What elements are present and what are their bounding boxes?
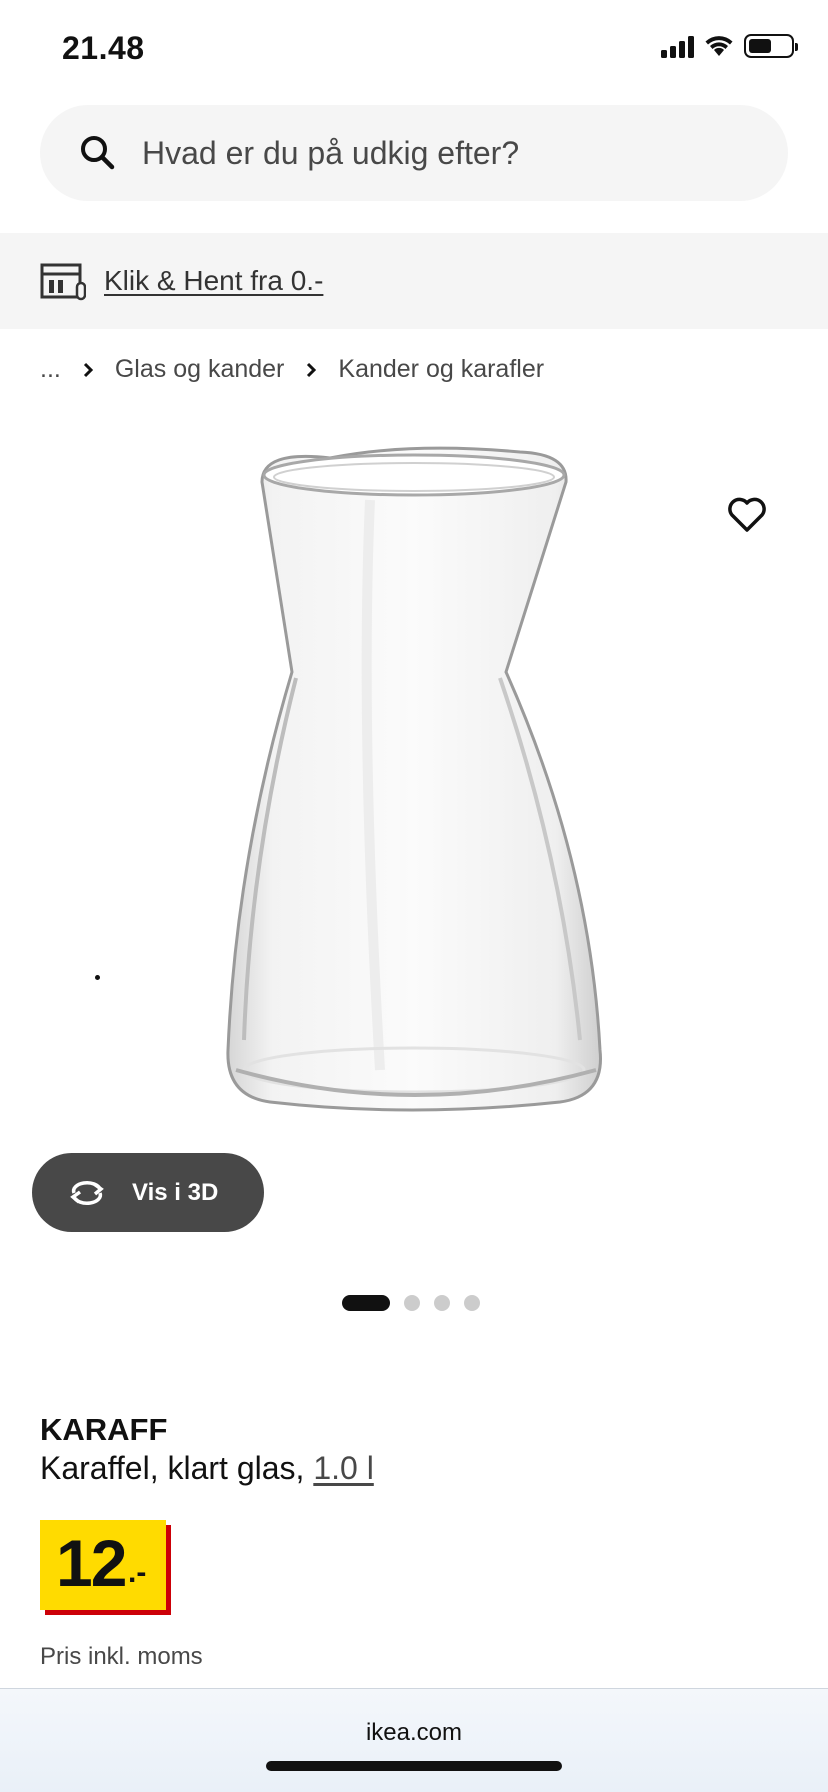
home-indicator[interactable] <box>266 1761 562 1771</box>
carousel-dot[interactable] <box>342 1295 390 1311</box>
product-description: Karaffel, klart glas, 1.0 l <box>40 1450 374 1487</box>
status-icons <box>661 34 798 58</box>
chevron-right-icon <box>83 362 93 377</box>
search-icon <box>81 136 115 170</box>
status-bar: 21.48 <box>0 0 828 100</box>
price-suffix: .- <box>128 1556 147 1589</box>
breadcrumb: ... Glas og kander Kander og karafler <box>40 355 544 384</box>
image-carousel-indicator[interactable] <box>342 1295 480 1311</box>
battery-icon <box>744 34 798 58</box>
product-name: KARAFF <box>40 1412 168 1447</box>
status-time: 21.48 <box>62 30 145 66</box>
product-description-text: Karaffel, klart glas, <box>40 1450 314 1486</box>
rotate-3d-icon <box>70 1180 104 1205</box>
battery-fill <box>749 39 771 53</box>
view-3d-button[interactable]: Vis i 3D <box>32 1153 264 1232</box>
carousel-dot[interactable] <box>434 1295 450 1311</box>
price-tag-box: 12 .- <box>40 1520 166 1610</box>
signal-icon <box>661 34 694 58</box>
heart-icon[interactable] <box>726 494 768 536</box>
breadcrumb-ellipsis[interactable]: ... <box>40 355 61 384</box>
click-collect-link[interactable]: Klik & Hent fra 0.- <box>104 265 323 297</box>
breadcrumb-item-glas-og-kander[interactable]: Glas og kander <box>115 355 285 384</box>
wifi-icon <box>705 36 733 56</box>
product-image[interactable] <box>0 430 828 1270</box>
price-tag: 12 .- <box>40 1520 171 1615</box>
browser-address-bar[interactable]: ikea.com <box>0 1688 828 1792</box>
search-input[interactable]: Hvad er du på udkig efter? <box>40 105 788 201</box>
browser-url: ikea.com <box>365 1719 463 1746</box>
carousel-dot[interactable] <box>464 1295 480 1311</box>
product-size-link[interactable]: 1.0 l <box>313 1450 373 1486</box>
view-3d-label: Vis i 3D <box>132 1178 219 1206</box>
click-collect-banner: Klik & Hent fra 0.- <box>0 233 828 329</box>
carousel-dot[interactable] <box>404 1295 420 1311</box>
price-integer: 12 <box>56 1526 127 1600</box>
price-note: Pris inkl. moms <box>40 1643 203 1670</box>
image-artifact-dot <box>95 975 100 980</box>
store-icon <box>40 263 86 301</box>
search-placeholder: Hvad er du på udkig efter? <box>142 134 520 171</box>
breadcrumb-item-kander-og-karafler[interactable]: Kander og karafler <box>338 355 544 384</box>
chevron-right-icon <box>307 362 317 377</box>
